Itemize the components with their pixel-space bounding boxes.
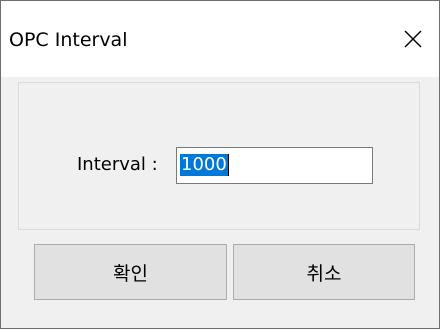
ok-button[interactable]: 확인 [34, 244, 227, 300]
dialog-body: Interval : 1000 확인 취소 [1, 77, 439, 328]
interval-input-value: 1000 [180, 154, 228, 176]
cancel-button-label: 취소 [306, 262, 342, 285]
interval-label: Interval : [77, 154, 158, 175]
close-button[interactable] [387, 13, 439, 65]
close-icon [403, 29, 423, 49]
text-caret [228, 154, 229, 176]
title-bar[interactable]: OPC Interval [1, 1, 439, 77]
ok-button-label: 확인 [113, 262, 148, 285]
dialog-title: OPC Interval [9, 29, 128, 51]
interval-group-panel: Interval : 1000 [18, 82, 420, 230]
cancel-button[interactable]: 취소 [233, 244, 415, 300]
opc-interval-dialog: OPC Interval Interval : 1000 확인 취소 [0, 0, 440, 329]
interval-input[interactable]: 1000 [176, 147, 373, 184]
